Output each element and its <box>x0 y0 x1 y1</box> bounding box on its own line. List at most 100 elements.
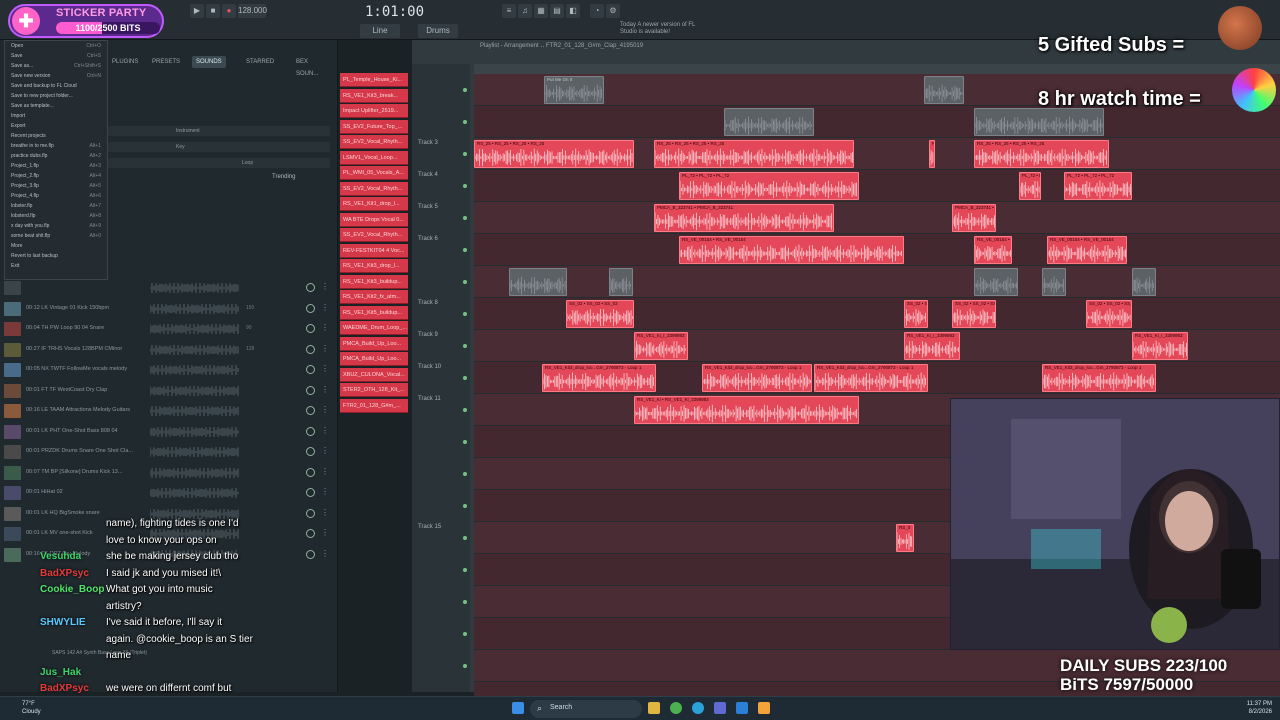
file-menu-item[interactable]: Revert to last backup <box>11 253 58 259</box>
audio-clip[interactable]: RS_VE1_Kit3_drop_loo...Gm_2790873 - Loop… <box>1042 364 1156 392</box>
track-header[interactable] <box>418 492 470 524</box>
audio-clip[interactable] <box>1042 268 1066 296</box>
channel-rack-button[interactable]: ▦ <box>534 4 548 18</box>
audio-clip[interactable]: RS_VE1_Kit3_drop_loo...Gm_2790873 - Loop… <box>542 364 656 392</box>
track-mute-led[interactable] <box>463 408 467 412</box>
audio-clip[interactable] <box>724 108 814 136</box>
audio-clip[interactable]: SS_02 • SS_02 • SS_02 <box>1086 300 1132 328</box>
track-mute-led[interactable] <box>463 312 467 316</box>
track-mute-led[interactable] <box>463 504 467 508</box>
taskbar-clock[interactable]: 11:37 PM 8/2/2026 <box>1247 700 1272 716</box>
track-header[interactable]: Track 3 <box>418 140 470 172</box>
audio-clip[interactable]: PMCA_B_323741 • PMCA_B_323741 <box>654 204 834 232</box>
sound-list-item[interactable]: ⋮ <box>0 278 338 298</box>
audio-clip[interactable]: SS_02 • SS_02 • SS_02 <box>952 300 996 328</box>
more-options-icon[interactable]: ⋮ <box>321 426 329 435</box>
track-header[interactable]: Track 11 <box>418 396 470 428</box>
add-sound-icon[interactable] <box>306 365 315 374</box>
file-menu-item[interactable]: Project_1.flp <box>11 163 39 169</box>
sound-list-item[interactable]: 00:04 TH PW Loop 90 04 Snare 90 ⋮ <box>0 319 338 339</box>
taskbar-search[interactable]: ⌕ Search <box>530 700 642 718</box>
more-options-icon[interactable]: ⋮ <box>321 323 329 332</box>
sound-list-item[interactable]: 00:01 LK PHT One-Shot Bass 808 04 ⋮ <box>0 422 338 442</box>
add-sound-icon[interactable] <box>306 303 315 313</box>
store-icon[interactable] <box>714 702 726 714</box>
audio-clip[interactable]: RS_VE1_Ki_I_3399983 <box>1132 332 1188 360</box>
channel-button[interactable]: STER2_OTH_128_Kit_... <box>340 383 408 397</box>
playlist-button[interactable]: ▤ <box>550 4 564 18</box>
track-lane[interactable] <box>474 266 1280 298</box>
audio-clip[interactable]: RS_VE1_Ki_I_3399983 <box>904 332 960 360</box>
track-mute-led[interactable] <box>463 344 467 348</box>
audio-clip[interactable] <box>1132 268 1156 296</box>
chat-username[interactable]: Cookie_Boop <box>40 584 104 595</box>
track-mute-led[interactable] <box>463 88 467 92</box>
more-options-icon[interactable]: ⋮ <box>321 508 329 517</box>
add-sound-icon[interactable] <box>306 447 315 456</box>
audio-clip[interactable]: RS_25 • RS_25 • RS_25 • RS_25 <box>474 140 634 168</box>
track-mute-led[interactable] <box>463 280 467 284</box>
file-menu-item[interactable]: Export <box>11 123 25 129</box>
channel-button[interactable]: SS_EV2_Vocal_Rhyth... <box>340 135 408 149</box>
more-options-icon[interactable]: ⋮ <box>321 303 329 312</box>
file-menu-item[interactable]: Save new version <box>11 73 50 79</box>
browser-tab[interactable]: SOUNDS <box>192 56 226 68</box>
transport-record-button[interactable]: ● <box>222 4 236 18</box>
edge-icon[interactable] <box>692 702 704 714</box>
audio-clip[interactable]: RS_25 • RS_25 • RS_25 • RS_25 <box>654 140 854 168</box>
channel-button[interactable]: RS_VE1_Kit1_drop_l... <box>340 197 408 211</box>
more-options-icon[interactable]: ⋮ <box>321 405 329 414</box>
chat-username[interactable]: SHWYLIE <box>40 617 86 628</box>
channel-button[interactable]: RS_VE1_Kit5_buildup... <box>340 305 408 320</box>
more-options-icon[interactable]: ⋮ <box>321 344 329 353</box>
track-header[interactable] <box>418 556 470 588</box>
chrome-icon[interactable] <box>670 702 682 714</box>
file-menu-item[interactable]: some beat shit.flp <box>11 233 50 239</box>
file-menu-item[interactable]: Open <box>11 43 23 49</box>
file-menu-item[interactable]: practice dubs.flp <box>11 153 47 159</box>
track-header[interactable] <box>418 268 470 300</box>
channel-button[interactable]: SS_EV2_Vocal_Rhyth... <box>340 228 408 242</box>
channel-button[interactable]: WA BTE Drops Vocal 0... <box>340 212 408 227</box>
channel-button[interactable]: SS_EV2_Vocal_Rhyth... <box>340 181 408 196</box>
audio-clip[interactable]: RS_0 <box>929 140 935 168</box>
channel-button[interactable]: LSMV1_Vocal_Loop... <box>340 150 408 165</box>
add-sound-icon[interactable] <box>306 488 315 497</box>
track-header[interactable]: Track 4 <box>418 172 470 204</box>
audio-clip[interactable]: SS_02 • SS_02 • SS_02 <box>566 300 634 328</box>
browser-tab[interactable]: BEX SOUN... <box>292 56 322 77</box>
track-header[interactable]: Track 15 <box>418 524 470 556</box>
audio-clip[interactable]: RS_VE1_Ki_I_3399983 <box>634 332 688 360</box>
add-sound-icon[interactable] <box>306 324 315 333</box>
track-mute-led[interactable] <box>463 440 467 444</box>
add-sound-icon[interactable] <box>306 406 315 415</box>
filter-key[interactable]: Key <box>108 142 330 152</box>
file-menu-item[interactable]: Save to new project folder... <box>11 93 73 99</box>
file-menu-item[interactable]: Project_3.flp <box>11 183 39 189</box>
piano-roll-button[interactable]: ♫ <box>518 4 532 18</box>
channel-button[interactable]: PMCA_Build_Up_Loo... <box>340 352 408 366</box>
more-options-icon[interactable]: ⋮ <box>321 487 329 496</box>
track-mute-led[interactable] <box>463 600 467 604</box>
audio-clip[interactable]: PL_72 • PL_72 • PL_72 <box>1064 172 1132 200</box>
channel-button[interactable]: SS_EV2_Future_Top_... <box>340 119 408 134</box>
track-mute-led[interactable] <box>463 568 467 572</box>
audio-clip[interactable]: RS_VE_00154 • RS_VE_00154 <box>974 236 1012 264</box>
track-mute-led[interactable] <box>463 120 467 124</box>
track-header[interactable] <box>418 428 470 460</box>
add-sound-icon[interactable] <box>306 344 315 354</box>
channel-button[interactable]: PMCA_Build_Up_Loo... <box>340 336 408 351</box>
track-header[interactable]: Track 8 <box>418 300 470 332</box>
trending-label[interactable]: Trending <box>272 174 295 180</box>
metronome-button[interactable]: ◔ <box>590 4 604 18</box>
sound-list-item[interactable]: 00:05 NX TWTF FollowMe vocals melody ⋮ <box>0 360 338 380</box>
chat-username[interactable]: BadXPsyc <box>40 683 89 694</box>
sound-list-item[interactable]: 00:16 LE TAAM Attractions Melody Guitars… <box>0 401 338 421</box>
file-menu-item[interactable]: x day with you.flp <box>11 223 49 229</box>
audio-clip[interactable]: RS_VE1_Kit3_drop_loo...Gm_2790873 - Loop… <box>702 364 812 392</box>
track-mute-led[interactable] <box>463 632 467 636</box>
audio-clip[interactable]: RS_VE_00154 • RS_VE_00154 <box>1047 236 1127 264</box>
add-sound-icon[interactable] <box>306 283 315 292</box>
track-header[interactable] <box>418 620 470 652</box>
filter-loop[interactable]: Loop <box>108 158 330 168</box>
